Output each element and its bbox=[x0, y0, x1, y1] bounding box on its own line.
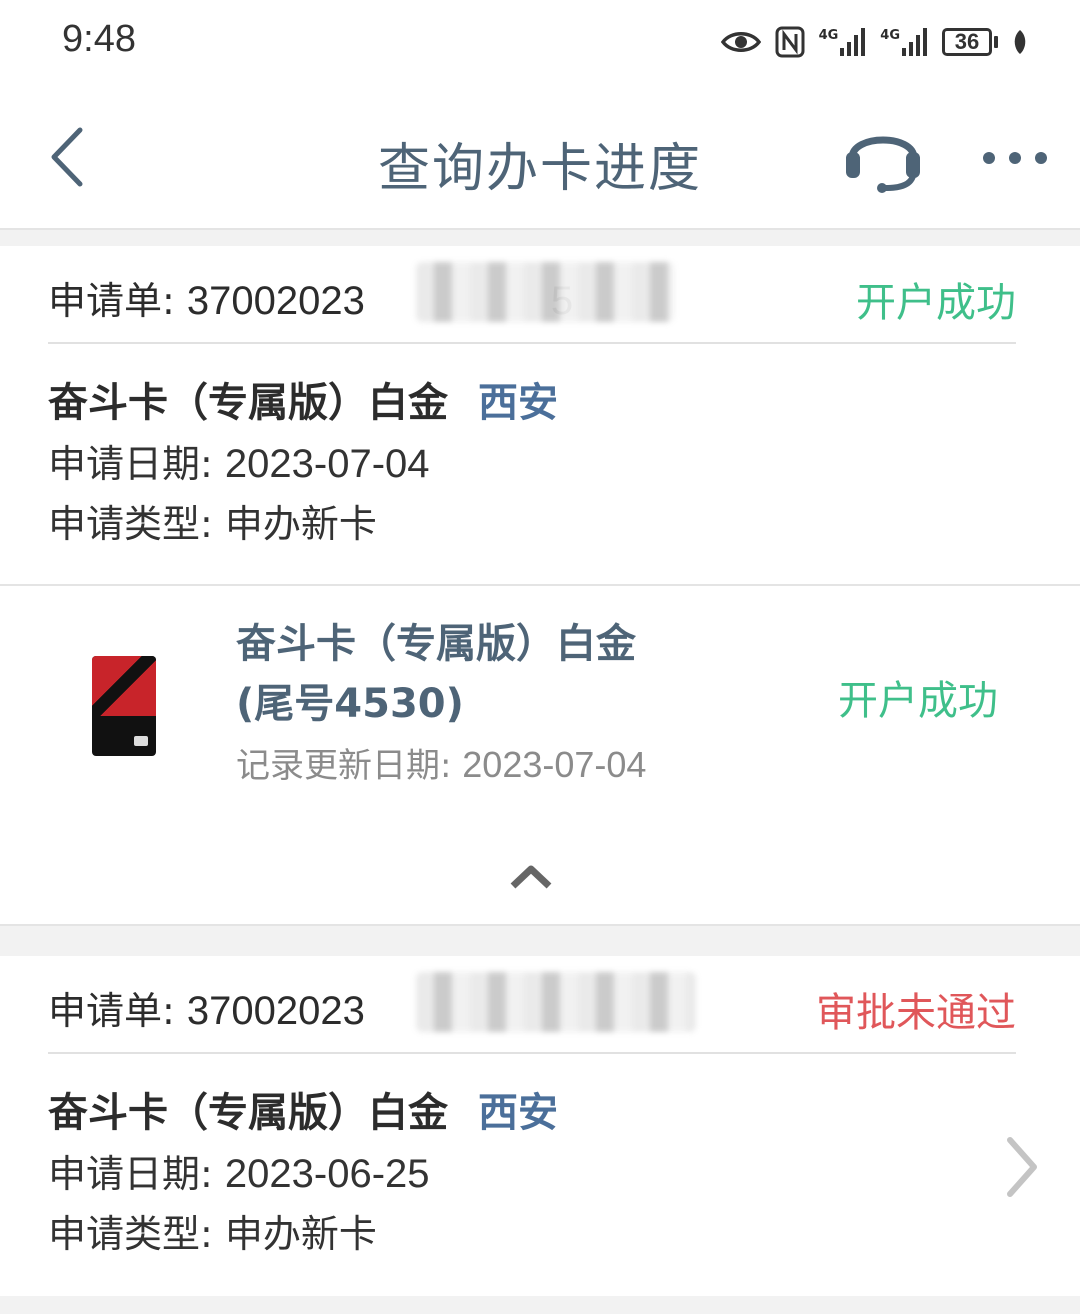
battery-icon: 36 bbox=[942, 28, 998, 56]
application-card[interactable]: 申请单: 37002023 审批未通过 奋斗卡（专属版）白金 西安 申请日期: 2… bbox=[0, 956, 1080, 1296]
application-header: 申请单: 37002023 审批未通过 bbox=[48, 956, 1016, 1054]
apply-type: 申办新卡 bbox=[224, 1212, 377, 1256]
application-card[interactable]: 申请单: 370020235 开户成功 奋斗卡（专属版）白金西安 申请日期: 2… bbox=[0, 246, 1080, 584]
detail-status-badge: 开户成功 bbox=[838, 678, 998, 724]
type-label: 申请类型: bbox=[48, 1212, 213, 1256]
redaction-mask bbox=[416, 262, 674, 322]
order-number: 37002023 bbox=[186, 279, 365, 323]
card-name: 奋斗卡（专属版）白金 bbox=[48, 380, 448, 426]
order-label: 申请单: bbox=[48, 279, 175, 323]
more-button[interactable] bbox=[975, 138, 1055, 178]
eye-icon bbox=[720, 32, 761, 52]
status-bar: 9:48 4G 4G 36 bbox=[0, 0, 1080, 90]
update-date: 2023-07-04 bbox=[462, 744, 647, 785]
status-badge: 开户成功 bbox=[856, 280, 1016, 326]
order-number: 37002023 bbox=[186, 989, 365, 1033]
nfc-icon bbox=[775, 26, 805, 58]
credit-card-image bbox=[92, 656, 156, 756]
date-label: 申请日期: bbox=[48, 1152, 213, 1196]
headset-icon bbox=[846, 136, 920, 193]
detail-card-name: 奋斗卡（专属版）白金 bbox=[236, 621, 636, 667]
status-time: 9:48 bbox=[62, 18, 136, 60]
card-detail-row[interactable]: 奋斗卡（专属版）白金 (尾号4530) 记录更新日期: 2023-07-04 开… bbox=[0, 584, 1080, 832]
signal-icon: 4G bbox=[819, 28, 867, 56]
status-icons: 4G 4G 36 bbox=[720, 22, 1028, 62]
card-name: 奋斗卡（专属版）白金 bbox=[48, 1090, 448, 1136]
nav-bar: 查询办卡进度 bbox=[0, 90, 1080, 230]
signal-icon-2: 4G bbox=[880, 28, 928, 56]
card-tail-number: (尾号4530) bbox=[236, 681, 464, 727]
more-icon bbox=[983, 152, 1047, 164]
chevron-up-icon bbox=[510, 865, 552, 889]
order-label: 申请单: bbox=[48, 989, 175, 1033]
date-label: 申请日期: bbox=[48, 442, 213, 486]
leaf-icon bbox=[1014, 30, 1026, 54]
city-tag: 西安 bbox=[478, 380, 558, 426]
apply-date: 2023-07-04 bbox=[224, 442, 430, 486]
chevron-right-icon[interactable] bbox=[1002, 1134, 1042, 1200]
application-header: 申请单: 370020235 开户成功 bbox=[48, 246, 1016, 344]
redaction-mask bbox=[416, 972, 696, 1032]
customer-service-button[interactable] bbox=[838, 116, 928, 196]
update-date-label: 记录更新日期: bbox=[236, 746, 452, 786]
apply-date: 2023-06-25 bbox=[224, 1152, 430, 1196]
city-tag: 西安 bbox=[478, 1090, 558, 1136]
collapse-toggle[interactable] bbox=[0, 830, 1080, 926]
status-badge: 审批未通过 bbox=[816, 990, 1016, 1036]
apply-type: 申办新卡 bbox=[224, 502, 377, 546]
type-label: 申请类型: bbox=[48, 502, 213, 546]
